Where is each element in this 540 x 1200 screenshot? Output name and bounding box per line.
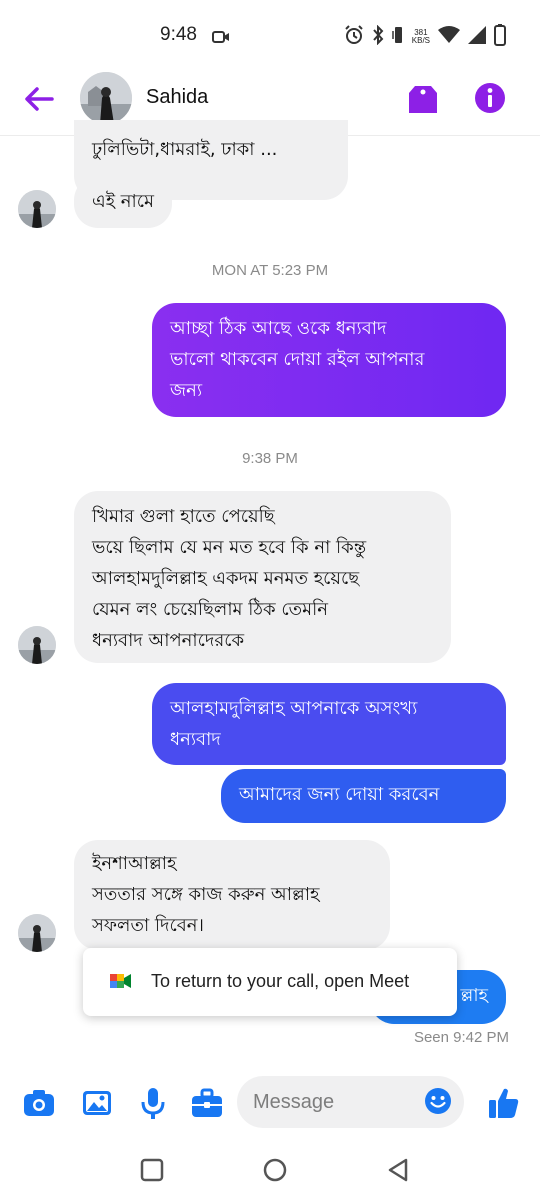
message-incoming[interactable]: এই নামে — [74, 176, 172, 228]
briefcase-icon[interactable] — [190, 1086, 224, 1120]
google-meet-icon — [110, 972, 132, 994]
back-triangle-icon[interactable] — [384, 1156, 412, 1184]
message-text: আমাদের জন্য দোয়া করবেন — [239, 784, 440, 805]
network-speed-unit: KB/S — [411, 36, 430, 45]
message-line: ধন্যবাদ — [170, 729, 221, 750]
like-icon[interactable] — [488, 1086, 522, 1120]
vibrate-icon — [392, 25, 404, 49]
contact-avatar[interactable] — [80, 72, 132, 124]
info-icon[interactable] — [474, 82, 506, 114]
status-icons: 381 KB/S — [344, 24, 506, 50]
message-line: জন্য — [170, 380, 203, 401]
home-circle-icon[interactable] — [261, 1156, 289, 1184]
message-line: ভালো থাকবেন দোয়া রইল আপনার — [170, 349, 425, 370]
composer-bar — [0, 1072, 540, 1134]
message-incoming[interactable]: খিমার গুলা হাতে পেয়েছি ভয়ে ছিলাম যে মন… — [74, 491, 451, 663]
sender-avatar — [18, 914, 56, 952]
battery-icon — [494, 24, 506, 50]
network-speed: 381 KB/S — [412, 29, 430, 45]
video-camera-icon — [212, 29, 230, 48]
message-line: আলহামদুলিল্লাহ আপনাকে অসংখ্য — [170, 698, 418, 719]
message-line: ধন্যবাদ আপনাদেরকে — [92, 630, 245, 651]
message-line: ভয়ে ছিলাম যে মন মত হবে কি না কিন্তু — [92, 537, 367, 558]
seen-status: Seen 9:42 PM — [413, 1029, 509, 1046]
message-line: খিমার গুলা হাতে পেয়েছি — [92, 506, 275, 527]
tag-icon[interactable] — [406, 80, 440, 116]
message-outgoing[interactable]: আচ্ছা ঠিক আছে ওকে ধন্যবাদ ভালো থাকবেন দো… — [152, 303, 506, 417]
toast-text: To return to your call, open Meet — [151, 971, 410, 991]
timestamp: 9:38 PM — [242, 450, 298, 467]
status-time: 9:48 — [160, 24, 197, 45]
alarm-icon — [344, 25, 364, 49]
status-bar: 9:48 381 KB/S — [0, 0, 540, 64]
gallery-icon[interactable] — [80, 1086, 114, 1120]
wifi-icon — [438, 26, 460, 48]
message-outgoing[interactable]: আলহামদুলিল্লাহ আপনাকে অসংখ্য ধন্যবাদ — [152, 683, 506, 765]
sender-avatar — [18, 626, 56, 664]
emoji-icon[interactable] — [424, 1087, 452, 1119]
message-outgoing[interactable]: আমাদের জন্য দোয়া করবেন — [221, 769, 506, 823]
message-line: যেমন লং চেয়েছিলাম ঠিক তেমনি — [92, 599, 329, 620]
message-text: এই নামে — [92, 191, 154, 212]
camera-icon[interactable] — [22, 1086, 56, 1120]
message-line: সফলতা দিবেন। — [92, 915, 204, 936]
message-line: আলহামদুলিল্লাহ একদম মনমত হয়েছে — [92, 568, 360, 589]
system-nav-bar — [0, 1140, 540, 1200]
message-text: ল্লাহ — [460, 985, 488, 1006]
message-line: আচ্ছা ঠিক আছে ওকে ধন্যবাদ — [170, 318, 387, 339]
message-line: সততার সঙ্গে কাজ করুন আল্লাহ — [92, 884, 320, 905]
messenger-screen: 9:48 381 KB/S Sahida ঢুলিভিটা,ধামরাই, ঢা… — [0, 0, 540, 1200]
return-to-call-toast[interactable]: To return to your call, open Meet — [83, 948, 457, 1016]
contact-name[interactable]: Sahida — [146, 86, 208, 109]
back-arrow-icon[interactable] — [22, 82, 56, 116]
message-incoming[interactable]: ইনশাআল্লাহ সততার সঙ্গে কাজ করুন আল্লাহ স… — [74, 840, 390, 950]
recents-square-icon[interactable] — [138, 1156, 166, 1184]
message-line: ইনশাআল্লাহ — [92, 853, 177, 874]
sender-avatar — [18, 190, 56, 228]
message-text: ঢুলিভিটা,ধামরাই, ঢাকা ... — [92, 139, 278, 160]
bluetooth-icon — [372, 24, 384, 49]
microphone-icon[interactable] — [136, 1086, 170, 1120]
timestamp: MON AT 5:23 PM — [211, 262, 329, 279]
signal-icon — [468, 26, 486, 48]
